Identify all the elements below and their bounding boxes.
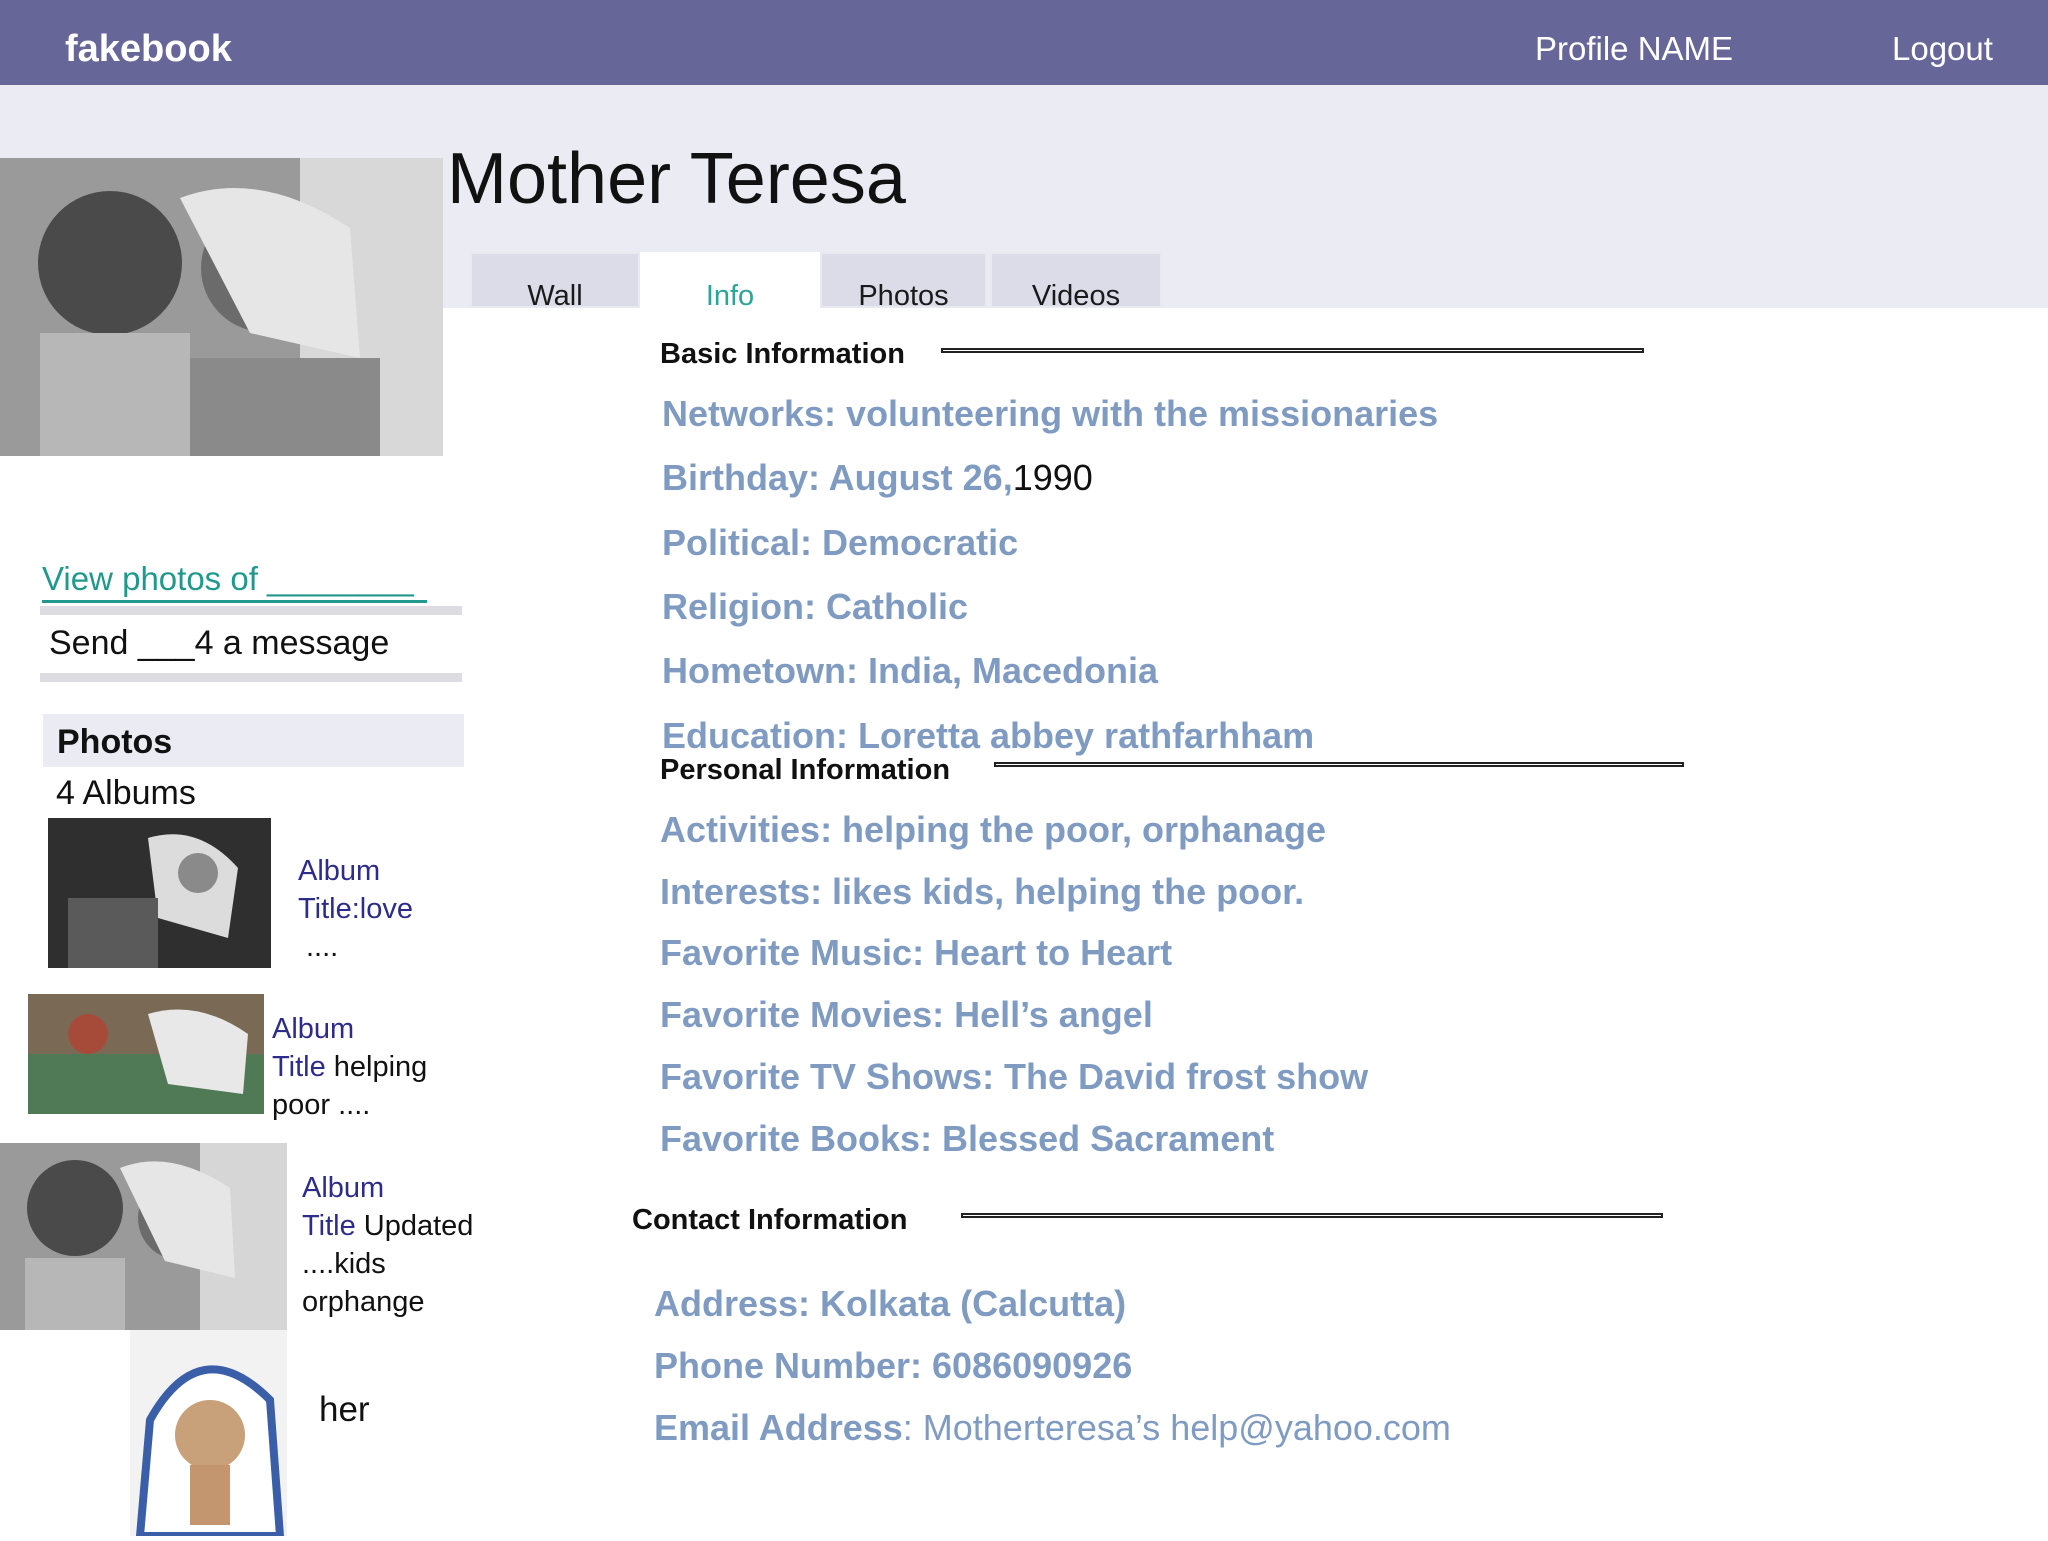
album-thumbnail-image: [130, 1330, 287, 1540]
tab-wall[interactable]: Wall: [470, 252, 640, 312]
album-thumbnail-image: [48, 818, 271, 968]
favorite-music-field: Favorite Music: Heart to Heart: [660, 932, 1173, 973]
section-divider: [994, 762, 1684, 767]
logout-link[interactable]: Logout: [1892, 30, 1993, 68]
favorite-tv-field: Favorite TV Shows: The David frost show: [660, 1056, 1369, 1097]
site-logo[interactable]: fakebook: [65, 28, 232, 71]
address-field: Address: Kolkata (Calcutta): [654, 1283, 1127, 1324]
album-caption-line: Title:love: [298, 893, 413, 925]
album-caption-line: Album: [298, 855, 381, 887]
section-divider: [961, 1213, 1663, 1218]
album-caption-line: poor ....: [272, 1089, 371, 1121]
album-thumbnail-image: [28, 994, 264, 1114]
album-caption-line: orphange: [302, 1286, 425, 1318]
profile-name: Mother Teresa: [447, 139, 906, 219]
albums-count[interactable]: 4 Albums: [56, 774, 196, 813]
tab-videos[interactable]: Videos: [990, 252, 1162, 312]
activities-field: Activities: helping the poor, orphanage: [660, 809, 1327, 850]
album-caption-line: Album: [272, 1013, 355, 1045]
profile-name-link[interactable]: Profile NAME: [1535, 30, 1733, 68]
tab-photos[interactable]: Photos: [820, 252, 987, 312]
personal-info-heading: Personal Information: [660, 754, 951, 786]
birthday-year: 1990: [1012, 457, 1093, 498]
tab-info[interactable]: Info: [640, 252, 820, 312]
album-thumbnail[interactable]: [48, 818, 271, 968]
album-caption-line: helping: [325, 1051, 428, 1083]
hometown-field: Hometown: India, Macedonia: [662, 650, 1159, 691]
photos-section-header: Photos: [43, 714, 464, 767]
album-thumbnail[interactable]: [130, 1330, 287, 1540]
birthday-label: Birthday: August 26,: [662, 457, 1013, 498]
album-caption[interactable]: Album Title helping poor ....: [272, 1010, 427, 1124]
phone-field: Phone Number: 6086090926: [654, 1345, 1133, 1386]
email-label: Email Address: [654, 1407, 903, 1448]
networks-field: Networks: volunteering with the missiona…: [662, 393, 1439, 434]
religion-field: Religion: Catholic: [662, 586, 968, 627]
album-caption[interactable]: her: [319, 1390, 370, 1430]
album-thumbnail[interactable]: [28, 994, 264, 1114]
view-photos-link[interactable]: View photos of ________: [42, 560, 427, 603]
send-message-link[interactable]: Send ___4 a message: [49, 624, 389, 663]
top-navigation-bar: fakebook Profile NAME Logout: [0, 0, 2048, 85]
photos-heading: Photos: [57, 723, 173, 761]
favorite-books-field: Favorite Books: Blessed Sacrament: [660, 1118, 1275, 1159]
album-thumbnail-image: [0, 1143, 287, 1330]
album-caption[interactable]: Album Title:love ....: [298, 852, 413, 966]
contact-info-heading: Contact Information: [632, 1204, 908, 1236]
profile-photo-image: [0, 158, 443, 456]
email-value[interactable]: : Motherteresa’s help@yahoo.com: [903, 1407, 1451, 1448]
sidebar-divider: [40, 606, 462, 615]
basic-info-heading: Basic Information: [660, 338, 905, 370]
profile-photo[interactable]: [0, 158, 443, 456]
birthday-field: Birthday: August 26,1990: [662, 457, 1093, 499]
album-caption-line: Album: [302, 1172, 385, 1204]
album-caption-line: Updated: [355, 1210, 474, 1242]
sidebar-divider: [40, 673, 462, 682]
email-field: Email Address: Motherteresa’s help@yahoo…: [654, 1407, 1451, 1449]
album-caption-line: ....: [306, 931, 339, 963]
interests-field: Interests: likes kids, helping the poor.: [660, 871, 1305, 912]
album-caption-line: ....kids: [302, 1248, 386, 1280]
section-divider: [941, 348, 1644, 353]
album-caption-line: Title: [302, 1210, 356, 1242]
album-thumbnail[interactable]: [0, 1143, 287, 1330]
album-caption-line: Title: [272, 1051, 326, 1083]
education-field: Education: Loretta abbey rathfarhham: [662, 715, 1315, 756]
favorite-movies-field: Favorite Movies: Hell’s angel: [660, 994, 1153, 1035]
political-field: Political: Democratic: [662, 522, 1019, 563]
album-caption[interactable]: Album Title Updated ....kids orphange: [302, 1169, 473, 1321]
